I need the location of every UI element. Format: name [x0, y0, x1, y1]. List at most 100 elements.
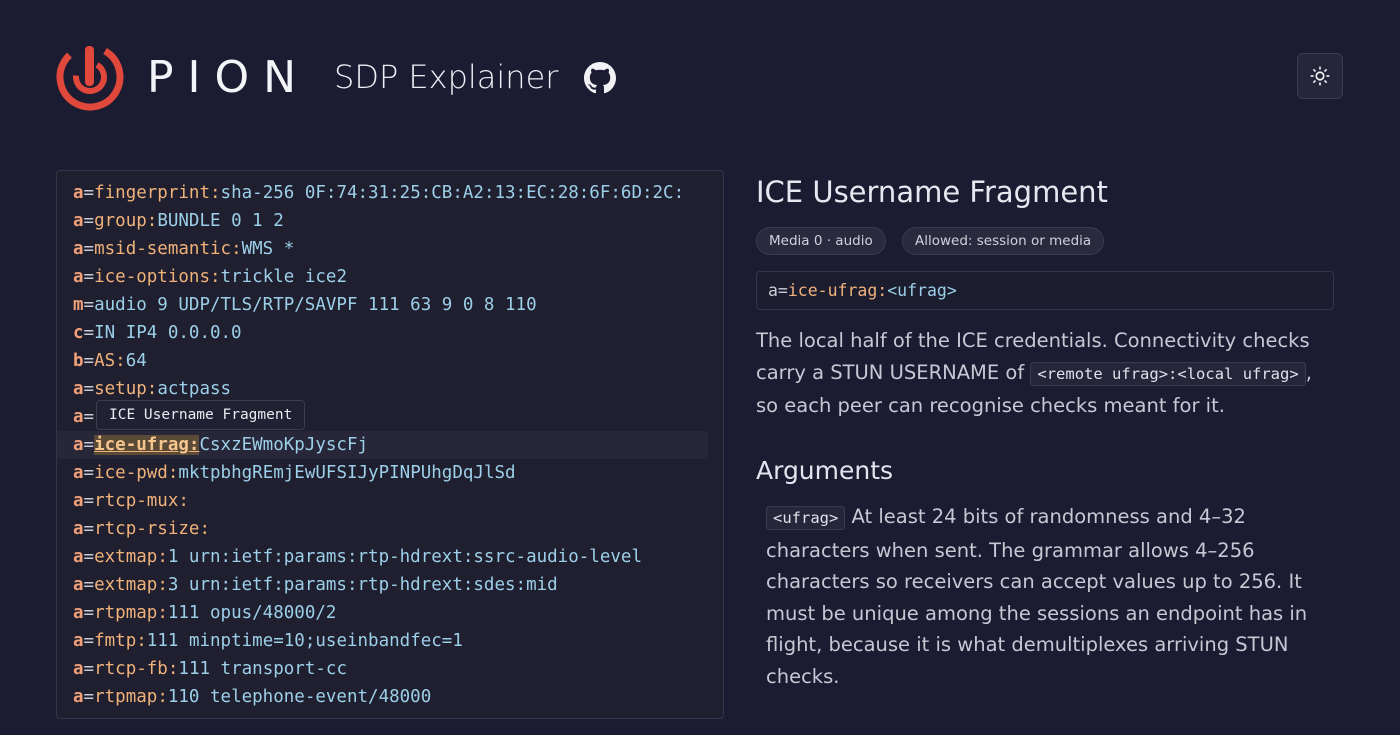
line-value: sha-256 0F:74:31:25:CB:A2:13:EC:28:6F:6D…: [220, 183, 685, 203]
attribute-colon: :: [157, 687, 168, 707]
sdp-line[interactable]: a=rtcp-rsize:: [57, 515, 723, 543]
sdp-lines: a=fingerprint:sha-256 0F:74:31:25:CB:A2:…: [57, 179, 723, 711]
attribute-name: fingerprint: [94, 183, 210, 203]
line-equals: =: [83, 631, 95, 651]
attribute-name: rtcp-rsize: [94, 519, 200, 539]
sdp-line[interactable]: a=extmap:1 urn:ietf:params:rtp-hdrext:ss…: [57, 543, 723, 571]
argument-ufrag: <ufrag> At least 24 bits of randomness a…: [766, 501, 1326, 692]
line-attribute: rtcp-mux:: [94, 491, 189, 511]
line-type: a: [73, 379, 84, 399]
line-value: 111 minptime=10;useinbandfec=1: [146, 631, 463, 651]
sdp-line[interactable]: b=AS:64: [57, 347, 723, 375]
line-equals: =: [83, 211, 95, 231]
sdp-line[interactable]: a=fingerprint:sha-256 0F:74:31:25:CB:A2:…: [57, 179, 723, 207]
attribute-colon: :: [157, 603, 168, 623]
header: PION SDP Explainer: [0, 0, 1400, 160]
theme-toggle-button[interactable]: [1297, 53, 1343, 99]
attribute-colon: :: [231, 239, 242, 259]
line-type: a: [73, 547, 84, 567]
attribute-colon: :: [167, 463, 179, 483]
line-value: 111 opus/48000/2: [167, 603, 337, 623]
sdp-line[interactable]: a=rtcp-fb:111 transport-cc: [57, 655, 723, 683]
line-type: a: [73, 239, 84, 259]
attribute-name: rtcp-mux: [94, 491, 179, 511]
sdp-line[interactable]: a=group:BUNDLE 0 1 2: [57, 207, 723, 235]
line-attribute: extmap:: [94, 547, 168, 567]
line-value: CsxzEWmoKpJyscFj: [199, 435, 369, 455]
attribute-name: msid-semantic: [94, 239, 232, 259]
attribute-name: group: [94, 211, 147, 231]
sdp-line[interactable]: a=rtpmap:110 telephone-event/48000: [57, 683, 723, 711]
sdp-line[interactable]: a=ice-ufrag:CsxzEWmoKpJyscFj: [57, 431, 708, 459]
line-equals: =: [83, 183, 95, 203]
line-value: BUNDLE 0 1 2: [157, 211, 284, 231]
line-equals: =: [83, 267, 95, 287]
attribute-colon: :: [199, 519, 210, 539]
sdp-panel[interactable]: a=fingerprint:sha-256 0F:74:31:25:CB:A2:…: [56, 170, 724, 719]
line-type: a: [73, 491, 84, 511]
line-type: b: [73, 351, 84, 371]
line-value: actpass: [157, 379, 232, 399]
sdp-line[interactable]: a=rtpmap:111 opus/48000/2: [57, 599, 723, 627]
scope-chip: Media 0 · audio: [756, 227, 886, 255]
sdp-line[interactable]: a=setup:actpass: [57, 375, 723, 403]
line-value: mktpbhgREmjEwUFSIJyPINPUhgDqJlSd: [178, 463, 516, 483]
attribute-colon: :: [146, 211, 158, 231]
sdp-line[interactable]: a=msid-semantic:WMS *: [57, 235, 723, 263]
line-equals: =: [83, 407, 95, 427]
detail-title: ICE Username Fragment: [756, 175, 1108, 209]
line-type: a: [73, 575, 84, 595]
sdp-line[interactable]: c=IN IP4 0.0.0.0: [57, 319, 723, 347]
pion-logo[interactable]: PION: [55, 42, 310, 112]
syntax-arg: <ufrag>: [887, 281, 957, 300]
line-equals: =: [83, 295, 95, 315]
line-equals: =: [83, 575, 95, 595]
sdp-line[interactable]: m=audio 9 UDP/TLS/RTP/SAVPF 111 63 9 0 8…: [57, 291, 723, 319]
line-type: a: [73, 407, 84, 427]
line-equals: =: [83, 547, 95, 567]
desc-code: <remote ufrag>:<local ufrag>: [1030, 362, 1306, 386]
line-attribute: rtpmap:: [94, 603, 168, 623]
sdp-line[interactable]: a=fmtp:111 minptime=10;useinbandfec=1: [57, 627, 723, 655]
allowed-chip: Allowed: session or media: [902, 227, 1105, 255]
line-value: 3 urn:ietf:params:rtp-hdrext:sdes:mid: [167, 575, 558, 595]
line-type: a: [73, 267, 84, 287]
line-attribute: ice-ufrag:: [94, 435, 200, 455]
line-equals: =: [83, 379, 95, 399]
attribute-colon: :: [188, 435, 200, 455]
syntax-box: a=ice-ufrag:<ufrag>: [756, 271, 1334, 310]
arguments-heading: Arguments: [756, 456, 894, 485]
line-type: a: [73, 687, 84, 707]
attribute-colon: :: [115, 351, 126, 371]
attribute-colon: :: [210, 183, 221, 203]
line-attribute: rtcp-fb:: [94, 659, 178, 679]
line-attribute: ice-options:: [94, 267, 220, 287]
line-value: WMS *: [241, 239, 295, 259]
line-equals: =: [83, 519, 95, 539]
line-type: a: [73, 603, 84, 623]
line-attribute: fingerprint:: [94, 183, 220, 203]
sdp-line[interactable]: a=rtcp-mux:: [57, 487, 723, 515]
sun-icon: [1310, 66, 1330, 86]
attribute-colon: :: [157, 575, 168, 595]
line-value: audio 9 UDP/TLS/RTP/SAVPF 111 63 9 0 8 1…: [94, 295, 537, 315]
line-attribute: rtcp-rsize:: [94, 519, 210, 539]
line-attribute: fmtp:: [94, 631, 147, 651]
syntax-colon: :: [877, 281, 888, 300]
github-icon[interactable]: [584, 62, 616, 94]
attribute-name: setup: [94, 379, 147, 399]
attribute-name: rtpmap: [94, 603, 158, 623]
attribute-colon: :: [146, 379, 158, 399]
line-value: IN IP4 0.0.0.0: [94, 323, 242, 343]
attribute-name: ice-pwd: [94, 463, 168, 483]
line-attribute: group:: [94, 211, 157, 231]
line-equals: =: [83, 351, 95, 371]
line-value: 1 urn:ietf:params:rtp-hdrext:ssrc-audio-…: [167, 547, 642, 567]
line-attribute: ice-pwd:: [94, 463, 178, 483]
sdp-line[interactable]: a=ice-options:trickle ice2: [57, 263, 723, 291]
sdp-line[interactable]: a=extmap:3 urn:ietf:params:rtp-hdrext:sd…: [57, 571, 723, 599]
line-equals: =: [83, 463, 95, 483]
line-value: 111 transport-cc: [178, 659, 347, 679]
attribute-colon: :: [136, 631, 147, 651]
sdp-line[interactable]: a=ice-pwd:mktpbhgREmjEwUFSIJyPINPUhgDqJl…: [57, 459, 723, 487]
